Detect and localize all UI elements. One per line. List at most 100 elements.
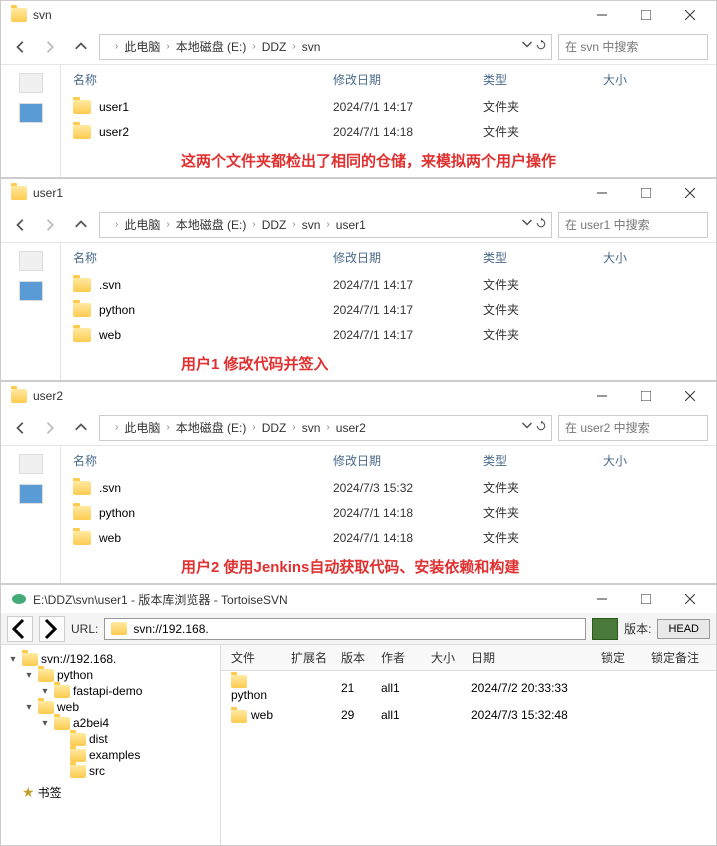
breadcrumb-item[interactable]: 此电脑 [121,419,163,436]
expand-icon[interactable]: ▾ [7,654,19,665]
quick-access-icon[interactable] [19,251,43,271]
tree-node[interactable]: src [7,763,214,779]
column-headers[interactable]: 名称 修改日期 类型 大小 [61,243,716,272]
forward-button[interactable] [39,616,65,642]
minimize-button[interactable] [580,585,624,613]
breadcrumb[interactable]: › 此电脑›本地磁盘 (E:)›DDZ›svn›user1 [99,212,552,238]
back-button[interactable] [7,616,33,642]
bookmark-node[interactable]: ★ 书签 [7,783,214,802]
breadcrumb-item[interactable]: DDZ [259,40,290,54]
expand-icon[interactable]: ▾ [39,686,51,697]
back-button[interactable] [9,35,33,59]
col-name[interactable]: 名称 [73,249,333,266]
close-button[interactable] [668,179,712,207]
quick-access-icon[interactable] [19,454,43,474]
titlebar[interactable]: svn [1,1,716,29]
file-row[interactable]: web 2024/7/1 14:18 文件夹 [61,525,716,550]
expand-icon[interactable]: ▾ [23,702,35,713]
column-headers[interactable]: 名称 修改日期 类型 大小 [61,65,716,94]
tree-node[interactable]: ▾ fastapi-demo [7,683,214,699]
tree-node[interactable]: examples [7,747,214,763]
col-name[interactable]: 名称 [73,452,333,469]
forward-button[interactable] [39,35,63,59]
close-button[interactable] [668,1,712,29]
close-button[interactable] [668,382,712,410]
go-button[interactable] [592,618,618,640]
titlebar[interactable]: E:\DDZ\svn\user1 - 版本库浏览器 - TortoiseSVN [1,585,716,613]
breadcrumb-item[interactable]: DDZ [259,421,290,435]
back-button[interactable] [9,416,33,440]
file-row[interactable]: web 2024/7/1 14:17 文件夹 [61,322,716,347]
minimize-button[interactable] [580,179,624,207]
search-input[interactable]: 在 svn 中搜索 [558,34,708,60]
list-row[interactable]: python 21 all1 2024/7/2 20:33:33 [221,671,716,705]
col-name[interactable]: 名称 [73,71,333,88]
col-size[interactable]: 大小 [603,71,704,88]
file-row[interactable]: python 2024/7/1 14:17 文件夹 [61,297,716,322]
up-button[interactable] [69,416,93,440]
breadcrumb-item[interactable]: svn [299,40,324,54]
breadcrumb-item[interactable]: DDZ [259,218,290,232]
chevron-down-icon[interactable] [521,39,533,54]
back-button[interactable] [9,213,33,237]
minimize-button[interactable] [580,382,624,410]
breadcrumb-item[interactable]: 此电脑 [121,216,163,233]
lvh-ver[interactable]: 版本 [337,649,377,666]
maximize-button[interactable] [624,585,668,613]
tree-node[interactable]: ▾ svn://192.168. [7,651,214,667]
forward-button[interactable] [39,213,63,237]
col-type[interactable]: 类型 [483,71,603,88]
file-row[interactable]: user1 2024/7/1 14:17 文件夹 [61,94,716,119]
desktop-icon[interactable] [19,281,43,301]
desktop-icon[interactable] [19,103,43,123]
file-row[interactable]: user2 2024/7/1 14:18 文件夹 [61,119,716,144]
breadcrumb-item[interactable]: svn [299,218,324,232]
refresh-icon[interactable] [535,420,547,435]
lvh-author[interactable]: 作者 [377,649,427,666]
file-row[interactable]: .svn 2024/7/1 14:17 文件夹 [61,272,716,297]
tree-node[interactable]: ▾ a2bei4 [7,715,214,731]
tree-node[interactable]: ▾ web [7,699,214,715]
breadcrumb-item[interactable]: user2 [333,421,369,435]
col-date[interactable]: 修改日期 [333,452,483,469]
breadcrumb-item[interactable]: 本地磁盘 (E:) [173,216,250,233]
expand-icon[interactable]: ▾ [23,670,35,681]
maximize-button[interactable] [624,1,668,29]
url-input[interactable]: svn://192.168. [104,618,586,640]
lvh-lock[interactable]: 锁定 [597,649,647,666]
refresh-icon[interactable] [535,39,547,54]
lvh-size[interactable]: 大小 [427,649,467,666]
lvh-lockc[interactable]: 锁定备注 [647,649,710,666]
col-type[interactable]: 类型 [483,249,603,266]
tree-node[interactable]: dist [7,731,214,747]
file-row[interactable]: python 2024/7/1 14:18 文件夹 [61,500,716,525]
up-button[interactable] [69,35,93,59]
breadcrumb-item[interactable]: 此电脑 [121,38,163,55]
breadcrumb-item[interactable]: 本地磁盘 (E:) [173,38,250,55]
breadcrumb[interactable]: › 此电脑›本地磁盘 (E:)›DDZ›svn [99,34,552,60]
breadcrumb[interactable]: › 此电脑›本地磁盘 (E:)›DDZ›svn›user2 [99,415,552,441]
close-button[interactable] [668,585,712,613]
breadcrumb-item[interactable]: user1 [333,218,369,232]
forward-button[interactable] [39,416,63,440]
minimize-button[interactable] [580,1,624,29]
quick-access-icon[interactable] [19,73,43,93]
chevron-down-icon[interactable] [521,217,533,232]
lv-header[interactable]: 文件 扩展名 版本 作者 大小 日期 锁定 锁定备注 [221,645,716,671]
head-button[interactable]: HEAD [657,619,710,639]
lvh-ext[interactable]: 扩展名 [287,649,337,666]
up-button[interactable] [69,213,93,237]
breadcrumb-item[interactable]: 本地磁盘 (E:) [173,419,250,436]
desktop-icon[interactable] [19,484,43,504]
search-input[interactable]: 在 user2 中搜索 [558,415,708,441]
col-type[interactable]: 类型 [483,452,603,469]
breadcrumb-item[interactable]: svn [299,421,324,435]
list-row[interactable]: web 29 all1 2024/7/3 15:32:48 [221,705,716,725]
col-date[interactable]: 修改日期 [333,71,483,88]
maximize-button[interactable] [624,382,668,410]
search-input[interactable]: 在 user1 中搜索 [558,212,708,238]
chevron-down-icon[interactable] [521,420,533,435]
column-headers[interactable]: 名称 修改日期 类型 大小 [61,446,716,475]
titlebar[interactable]: user1 [1,179,716,207]
lvh-file[interactable]: 文件 [227,649,287,666]
